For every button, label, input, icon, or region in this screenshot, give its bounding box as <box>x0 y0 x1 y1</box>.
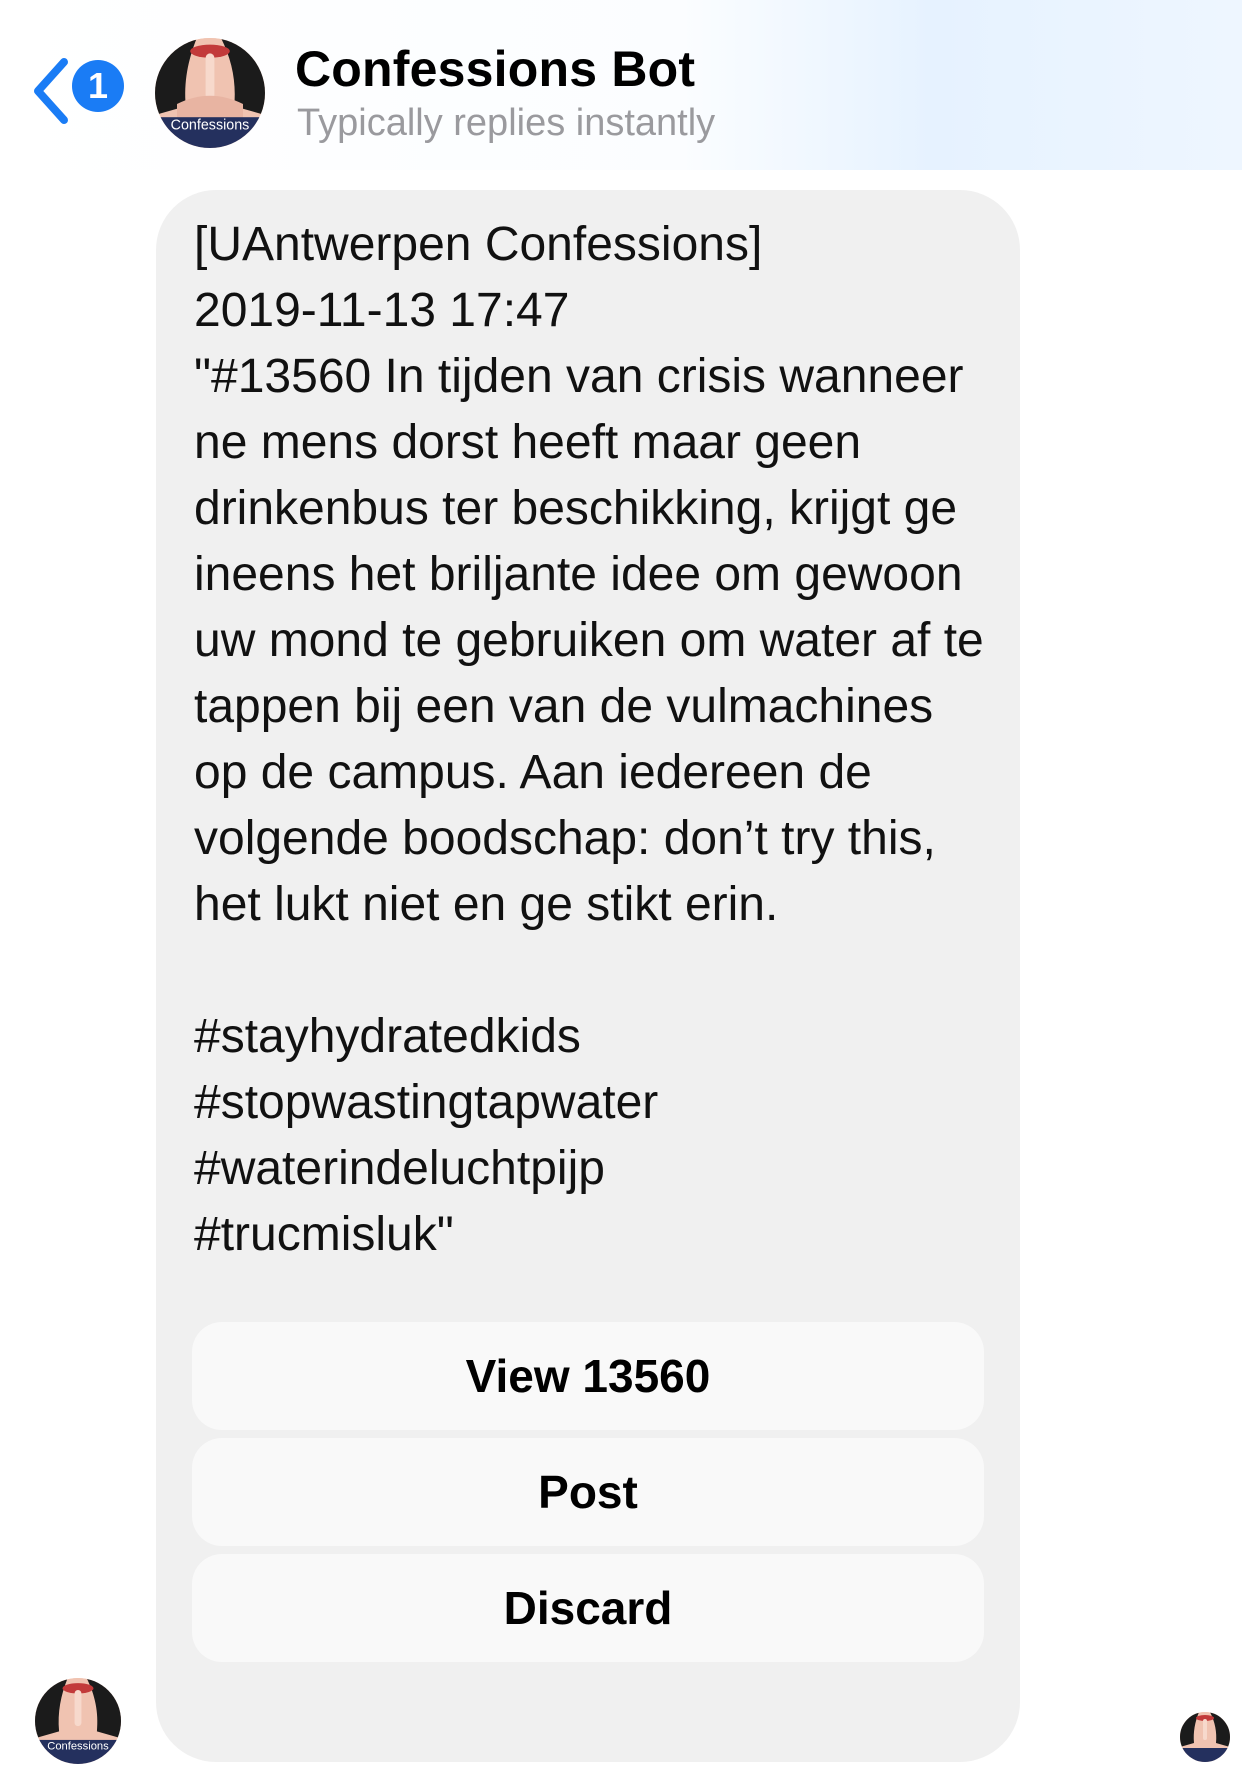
discard-button[interactable]: Discard <box>192 1554 984 1662</box>
avatar[interactable]: Confessions <box>155 38 265 148</box>
read-receipt-avatar <box>1180 1712 1230 1762</box>
chat-header: 1 Confessions Confessions Bot Typically … <box>0 0 1242 170</box>
back-button[interactable]: 1 <box>22 52 142 132</box>
chevron-left-icon <box>34 58 68 124</box>
confessions-avatar-icon <box>1180 1712 1230 1762</box>
message-bubble: [UAntwerpen Confessions] 2019-11-13 17:4… <box>156 190 1020 1762</box>
avatar-label: Confessions <box>171 117 250 133</box>
sender-avatar[interactable]: Confessions <box>35 1678 121 1764</box>
avatar-label: Confessions <box>47 1740 109 1752</box>
confessions-avatar-icon: Confessions <box>35 1678 121 1764</box>
chat-subtitle: Typically replies instantly <box>297 102 716 144</box>
chat-title: Confessions Bot <box>295 41 696 97</box>
confessions-avatar-icon: Confessions <box>155 38 265 148</box>
post-button[interactable]: Post <box>192 1438 984 1546</box>
unread-badge: 1 <box>72 60 124 112</box>
message-text: [UAntwerpen Confessions] 2019-11-13 17:4… <box>194 218 984 1261</box>
view-post-button[interactable]: View 13560 <box>192 1322 984 1430</box>
